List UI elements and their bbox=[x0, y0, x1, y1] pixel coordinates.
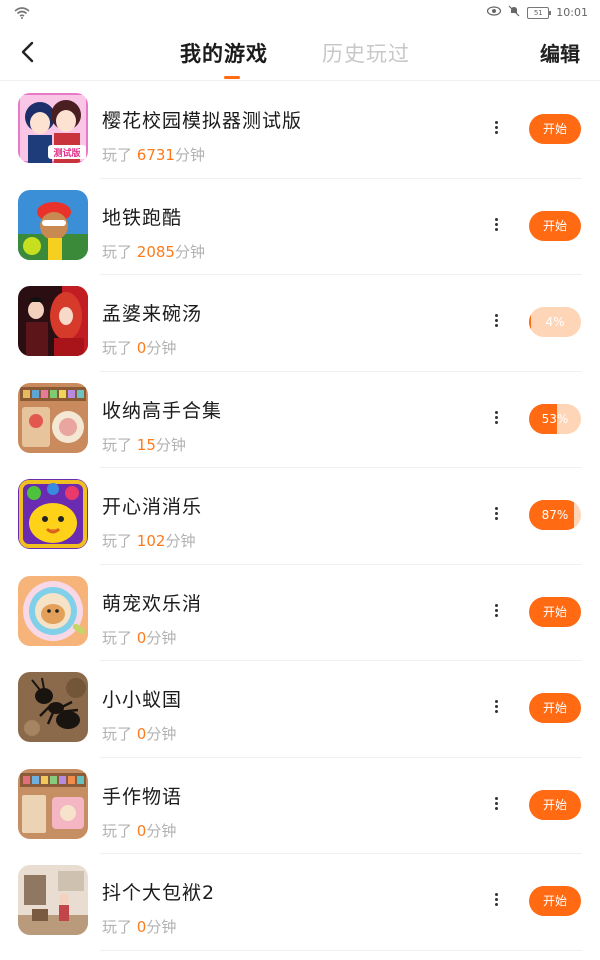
more-options-icon[interactable] bbox=[488, 409, 504, 429]
game-title: 孟婆来碗汤 bbox=[102, 303, 203, 325]
tab-history[interactable]: 历史玩过 bbox=[322, 38, 410, 68]
start-button[interactable]: 开始 bbox=[529, 596, 581, 627]
download-progress-button[interactable]: 87% bbox=[529, 500, 581, 530]
game-title: 手作物语 bbox=[102, 785, 183, 808]
play-time: 玩了 0分钟 bbox=[102, 628, 177, 647]
game-icon-storage bbox=[18, 382, 88, 453]
download-progress-button[interactable]: 53% bbox=[529, 403, 581, 434]
start-button[interactable]: 开始 bbox=[529, 693, 581, 723]
play-time: 玩了 0分钟 bbox=[102, 725, 177, 743]
clock: 10:01 bbox=[556, 6, 588, 19]
play-time: 玩了 15分钟 bbox=[102, 435, 186, 454]
game-row[interactable]: 孟婆来碗汤 玩了 0分钟 4% bbox=[0, 275, 600, 372]
start-button[interactable]: 开始 bbox=[529, 789, 581, 820]
game-icon-cute-pet bbox=[18, 575, 88, 646]
mute-icon bbox=[508, 5, 520, 20]
game-title: 收纳高手合集 bbox=[102, 399, 223, 422]
more-options-icon[interactable] bbox=[488, 698, 504, 718]
game-row[interactable]: 开心消消乐 玩了 102分钟 87% bbox=[0, 468, 600, 565]
play-time: 玩了 0分钟 bbox=[102, 918, 177, 936]
play-time: 玩了 6731分钟 bbox=[102, 146, 205, 164]
more-options-icon[interactable] bbox=[488, 312, 504, 332]
more-options-icon[interactable] bbox=[488, 602, 504, 622]
status-bar: 51 10:01 bbox=[0, 0, 600, 24]
battery-icon: 51 bbox=[527, 6, 552, 19]
game-icon-happy-match bbox=[18, 479, 88, 549]
game-title: 萌宠欢乐消 bbox=[102, 592, 203, 615]
game-list: 测试版 樱花校园模拟器测试版 玩了 6731分钟 开始 地铁跑酷 玩了 2085… bbox=[0, 82, 600, 951]
more-options-icon[interactable] bbox=[488, 216, 504, 236]
game-title: 小小蚁国 bbox=[102, 689, 183, 711]
game-icon-handcraft bbox=[18, 768, 88, 839]
wifi-icon bbox=[14, 4, 30, 23]
game-title: 抖个大包袱2 bbox=[102, 882, 216, 904]
game-icon-subway bbox=[18, 189, 88, 260]
game-row[interactable]: 收纳高手合集 玩了 15分钟 53% bbox=[0, 372, 600, 469]
game-row[interactable]: 地铁跑酷 玩了 2085分钟 开始 bbox=[0, 179, 600, 276]
tab-indicator bbox=[224, 76, 240, 79]
game-title: 开心消消乐 bbox=[102, 496, 203, 518]
play-time: 玩了 0分钟 bbox=[102, 339, 177, 357]
eye-icon bbox=[487, 6, 502, 19]
game-row[interactable]: 小小蚁国 玩了 0分钟 开始 bbox=[0, 661, 600, 758]
play-time: 玩了 2085分钟 bbox=[102, 242, 205, 261]
more-options-icon[interactable] bbox=[488, 505, 504, 525]
download-progress-button[interactable]: 4% bbox=[529, 307, 581, 337]
game-title: 樱花校园模拟器测试版 bbox=[102, 110, 303, 132]
game-title: 地铁跑酷 bbox=[102, 206, 183, 229]
start-button[interactable]: 开始 bbox=[529, 114, 581, 144]
game-row[interactable]: 测试版 樱花校园模拟器测试版 玩了 6731分钟 开始 bbox=[0, 82, 600, 179]
play-time: 玩了 102分钟 bbox=[102, 532, 196, 550]
thumb-badge: 测试版 bbox=[53, 147, 80, 159]
start-button[interactable]: 开始 bbox=[529, 210, 581, 241]
more-options-icon[interactable] bbox=[488, 891, 504, 911]
game-row[interactable]: 抖个大包袱2 玩了 0分钟 开始 bbox=[0, 854, 600, 951]
back-arrow-icon[interactable] bbox=[14, 38, 42, 66]
edit-button[interactable]: 编辑 bbox=[540, 38, 580, 67]
header: 我的游戏 历史玩过 编辑 bbox=[0, 24, 600, 81]
tab-my-games[interactable]: 我的游戏 bbox=[180, 38, 268, 68]
game-icon-ant-kingdom bbox=[18, 672, 88, 742]
game-icon-shake-bundle bbox=[18, 865, 88, 935]
game-row[interactable]: 手作物语 玩了 0分钟 开始 bbox=[0, 758, 600, 855]
start-button[interactable]: 开始 bbox=[529, 886, 581, 916]
game-icon-mengpo bbox=[18, 286, 88, 356]
more-options-icon[interactable] bbox=[488, 795, 504, 815]
play-time: 玩了 0分钟 bbox=[102, 821, 177, 840]
game-row[interactable]: 萌宠欢乐消 玩了 0分钟 开始 bbox=[0, 565, 600, 662]
game-icon-sakura: 测试版 bbox=[18, 93, 88, 163]
more-options-icon[interactable] bbox=[488, 119, 504, 139]
